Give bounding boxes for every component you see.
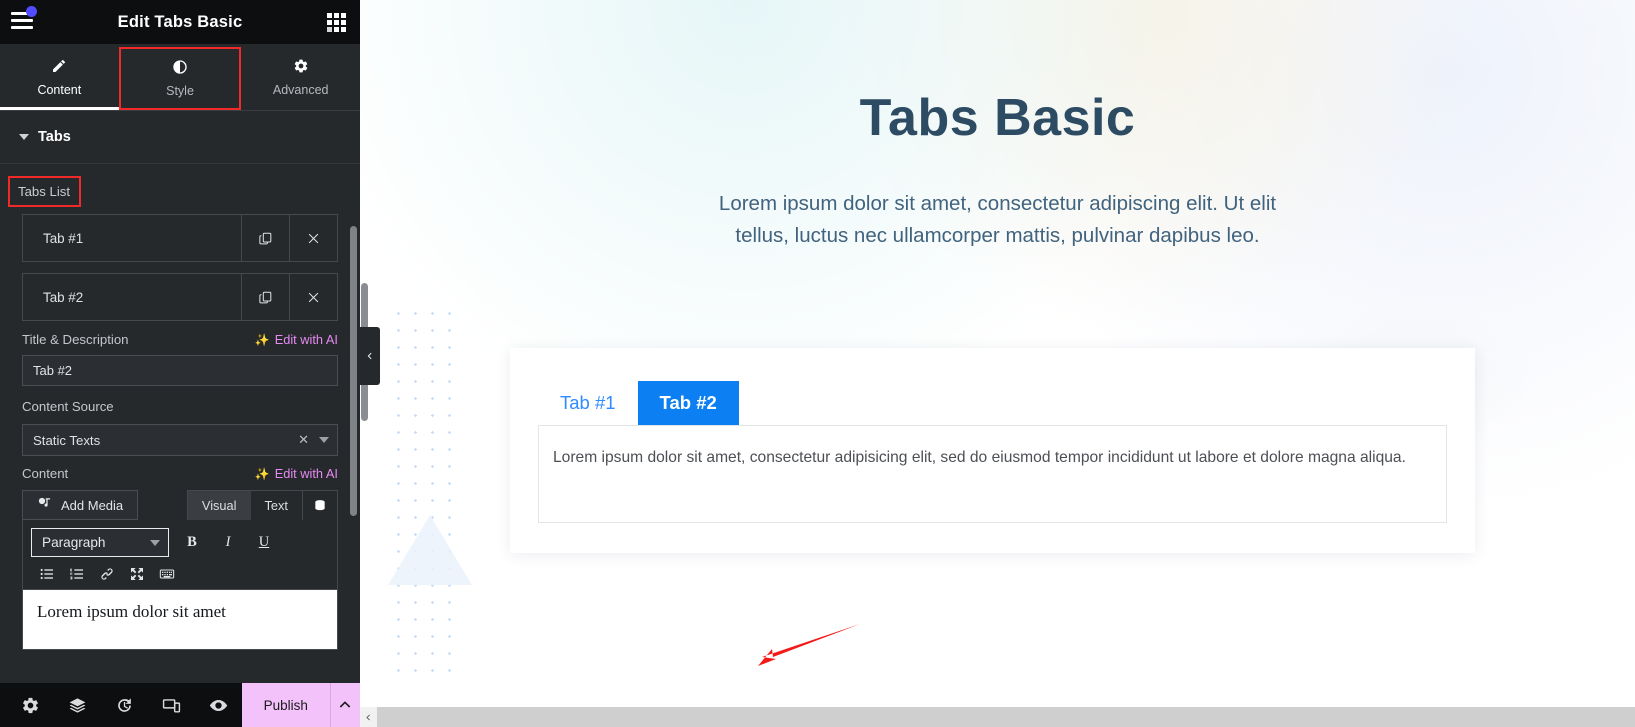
clear-x-icon[interactable]: ✕ (298, 432, 309, 448)
fullscreen-icon[interactable] (129, 566, 145, 582)
tab-content[interactable]: Content (0, 44, 119, 110)
editor-sidebar: Edit Tabs Basic Content Style Advanced T… (0, 0, 360, 727)
caret-down-icon (319, 437, 329, 443)
preview-page-heading: Tabs Basic (859, 89, 1136, 147)
content-source-select[interactable]: Static Texts ✕ (22, 424, 338, 456)
underline-button[interactable]: U (251, 530, 277, 556)
section-tabs-header[interactable]: Tabs (0, 111, 360, 164)
italic-button[interactable]: I (215, 530, 241, 556)
notification-dot-badge (26, 6, 37, 17)
tabs-widget-nav: Tab #1 Tab #2 (538, 381, 1447, 425)
editor-toolbar-row-1: Paragraph B I U (31, 528, 329, 557)
copy-icon[interactable] (241, 215, 289, 261)
sidebar-panel-body: Tabs Tabs List Tab #1 Tab #2 Title & Des… (0, 111, 360, 727)
editor-toolbar-row-2 (31, 566, 329, 582)
title-description-row: Title & Description ✨ Edit with AI (22, 332, 338, 347)
close-x-icon[interactable] (289, 215, 337, 261)
title-description-label: Title & Description (22, 332, 129, 347)
responsive-mode-icon[interactable] (148, 683, 195, 727)
table-row[interactable]: Tab #1 (22, 214, 338, 262)
tab-title-input[interactable] (22, 355, 338, 386)
navigator-layers-icon[interactable] (54, 683, 101, 727)
decorative-triangle (388, 515, 472, 585)
editor-top-row: Add Media Visual Text (22, 490, 338, 520)
sidebar-header: Edit Tabs Basic (0, 0, 360, 44)
bulleted-list-icon[interactable] (39, 566, 55, 582)
preview-tab-2[interactable]: Tab #2 (637, 381, 739, 425)
add-media-label: Add Media (61, 497, 124, 513)
footer-icon-group (0, 683, 242, 727)
chevron-up-icon[interactable] (329, 683, 360, 727)
wysiwyg-editor: Add Media Visual Text Paragraph B I U Lo… (22, 490, 338, 650)
repeater-item-title[interactable]: Tab #1 (23, 215, 241, 261)
format-paragraph-value: Paragraph (42, 535, 106, 550)
history-revisions-icon[interactable] (101, 683, 148, 727)
preview-intro-paragraph: Lorem ipsum dolor sit amet, consectetur … (718, 192, 1277, 247)
tab-style-label: Style (166, 84, 194, 98)
tabs-widget: Tab #1 Tab #2 Lorem ipsum dolor sit amet… (510, 348, 1475, 553)
add-media-button[interactable]: Add Media (22, 490, 139, 520)
content-source-value: Static Texts (33, 432, 101, 448)
editor-content-text: Lorem ipsum dolor sit amet (37, 602, 226, 621)
editor-mode-visual[interactable]: Visual (187, 491, 251, 520)
hamburger-menu-icon[interactable] (11, 6, 37, 32)
editor-content-area[interactable]: Lorem ipsum dolor sit amet (22, 590, 338, 650)
format-paragraph-select[interactable]: Paragraph (31, 528, 169, 557)
sidebar-vertical-scrollbar[interactable] (350, 226, 357, 516)
page-title: Edit Tabs Basic (117, 12, 243, 31)
chevron-left-icon (367, 352, 372, 360)
settings-gear-icon[interactable] (7, 683, 54, 727)
preview-eye-icon[interactable] (195, 683, 242, 727)
sidebar-footer-bar: Publish (0, 683, 360, 727)
tab-advanced-label: Advanced (272, 82, 329, 97)
close-x-icon[interactable] (289, 274, 337, 320)
edit-with-ai-label: Edit with AI (274, 466, 338, 481)
widgets-grid-icon[interactable] (327, 13, 346, 32)
contrast-half-circle-icon (172, 59, 188, 78)
preview-tab-1[interactable]: Tab #1 (538, 381, 638, 425)
edit-with-ai-button[interactable]: ✨ Edit with AI (255, 332, 338, 347)
section-tabs-label: Tabs (38, 129, 71, 145)
tabs-widget-panel: Lorem ipsum dolor sit amet, consectetur … (538, 425, 1447, 523)
ai-sparkle-icon: ✨ (254, 466, 270, 481)
database-icon[interactable] (302, 491, 337, 520)
editor-toolbar: Paragraph B I U (22, 520, 338, 590)
gear-icon (293, 58, 309, 77)
numbered-list-icon[interactable] (69, 566, 85, 582)
link-icon[interactable] (99, 566, 115, 582)
tab-item-settings: Title & Description ✨ Edit with AI Conte… (0, 332, 360, 650)
media-icon (37, 496, 52, 514)
pencil-icon (51, 58, 67, 77)
content-label: Content (22, 466, 69, 481)
elementor-editor: Edit Tabs Basic Content Style Advanced T… (0, 0, 1635, 727)
tab-style[interactable]: Style (118, 47, 242, 110)
ai-sparkle-icon: ✨ (254, 332, 270, 347)
editor-mode-text[interactable]: Text (251, 491, 302, 520)
tabs-widget-panel-text: Lorem ipsum dolor sit amet, consectetur … (553, 449, 1406, 466)
keyboard-shortcuts-icon[interactable] (159, 566, 175, 582)
edit-with-ai-button[interactable]: ✨ Edit with AI (255, 466, 338, 481)
canvas-horizontal-scrollbar[interactable] (360, 707, 1635, 727)
publish-button[interactable]: Publish (242, 683, 330, 727)
decorative-dot-grid (390, 305, 452, 685)
table-row[interactable]: Tab #2 (22, 273, 338, 321)
collapse-panel-handle[interactable] (360, 327, 380, 385)
page-preview-canvas: Tabs Basic Lorem ipsum dolor sit amet, c… (360, 0, 1635, 727)
content-source-label: Content Source (22, 399, 114, 414)
tab-advanced[interactable]: Advanced (241, 44, 360, 110)
caret-down-icon (19, 134, 29, 140)
tabs-list-repeater: Tab #1 Tab #2 (0, 214, 360, 321)
edit-with-ai-label: Edit with AI (274, 332, 338, 347)
caret-down-icon (150, 539, 160, 546)
tab-content-label: Content (37, 82, 82, 97)
sidebar-tab-bar: Content Style Advanced (0, 44, 360, 111)
editor-mode-tabs: Visual Text (186, 490, 338, 520)
tabs-list-label: Tabs List (8, 176, 82, 207)
content-row: Content ✨ Edit with AI (22, 466, 338, 481)
repeater-item-title[interactable]: Tab #2 (23, 274, 241, 320)
chevron-left-icon[interactable] (360, 707, 377, 727)
copy-icon[interactable] (241, 274, 289, 320)
bold-button[interactable]: B (179, 530, 205, 556)
